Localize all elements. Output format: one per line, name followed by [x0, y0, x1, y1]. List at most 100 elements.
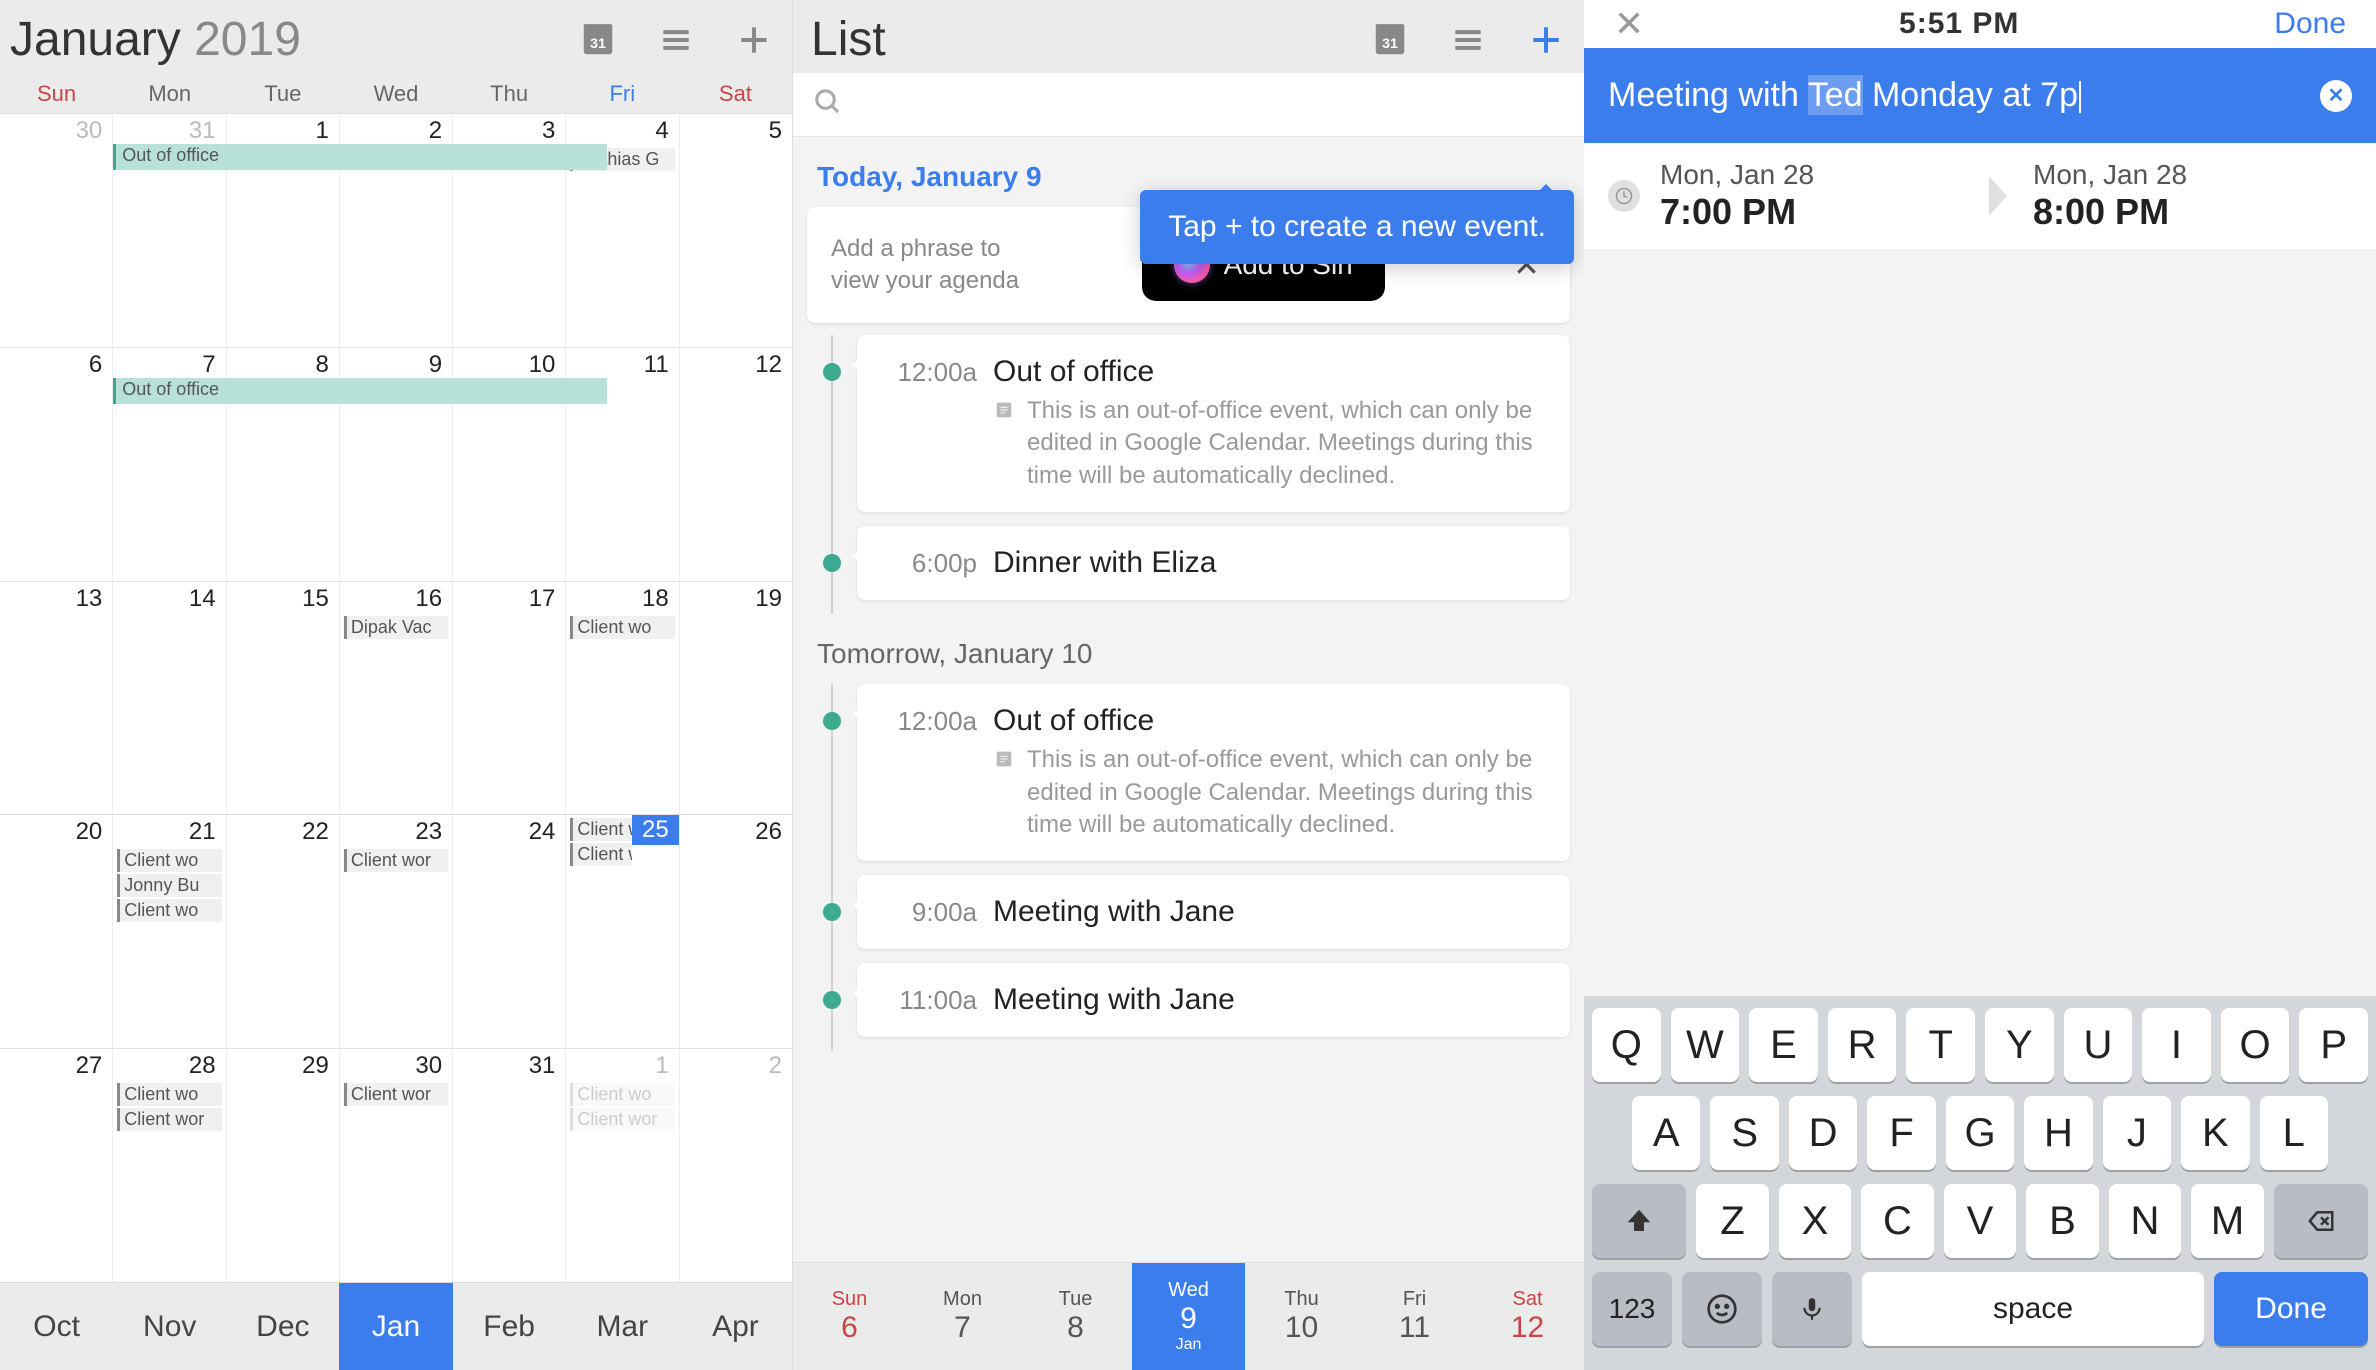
shift-key[interactable]: [1592, 1184, 1686, 1258]
day-cell[interactable]: 14: [113, 582, 226, 815]
month-strip-item[interactable]: Jan: [339, 1283, 452, 1370]
key-a[interactable]: A: [1632, 1096, 1700, 1170]
event-card[interactable]: 6:00pDinner with Eliza: [857, 526, 1570, 600]
event-dates-row[interactable]: Mon, Jan 28 7:00 PM Mon, Jan 28 8:00 PM: [1584, 143, 2376, 250]
key-h[interactable]: H: [2024, 1096, 2092, 1170]
search-bar[interactable]: [793, 73, 1584, 137]
day-strip-item[interactable]: Thu10: [1245, 1263, 1358, 1370]
event-chip[interactable]: Client wo: [117, 849, 221, 872]
day-cell[interactable]: 15: [227, 582, 340, 815]
month-grid[interactable]: 3031Out of office1234Mathias G567Out of …: [0, 113, 792, 1282]
day-cell[interactable]: 18Client wo: [566, 582, 679, 815]
start-datetime[interactable]: Mon, Jan 28 7:00 PM: [1660, 159, 1979, 233]
day-cell[interactable]: 31Out of office: [113, 114, 226, 347]
day-cell[interactable]: 24: [453, 815, 566, 1048]
key-u[interactable]: U: [2064, 1008, 2133, 1082]
event-chip[interactable]: Client wo: [570, 818, 632, 841]
add-icon[interactable]: [1526, 20, 1566, 60]
dictation-key[interactable]: [1772, 1272, 1852, 1346]
event-card[interactable]: 12:00aOut of officeThis is an out-of-off…: [857, 335, 1570, 512]
done-button[interactable]: Done: [2274, 7, 2346, 41]
month-strip-item[interactable]: Apr: [679, 1283, 792, 1370]
menu-icon[interactable]: [656, 20, 696, 60]
emoji-key[interactable]: [1682, 1272, 1762, 1346]
day-cell[interactable]: 13: [0, 582, 113, 815]
key-w[interactable]: W: [1671, 1008, 1740, 1082]
event-title-input[interactable]: Meeting with Ted Monday at 7p ✕: [1584, 48, 2376, 143]
key-s[interactable]: S: [1710, 1096, 1778, 1170]
space-key[interactable]: space: [1862, 1272, 2204, 1346]
ooo-event-span[interactable]: Out of office: [113, 144, 607, 170]
keyboard-done-key[interactable]: Done: [2214, 1272, 2368, 1346]
day-cell[interactable]: 28Client woClient wor: [113, 1049, 226, 1282]
day-cell[interactable]: 6: [0, 348, 113, 581]
today-icon[interactable]: 31: [578, 20, 618, 60]
key-n[interactable]: N: [2109, 1184, 2182, 1258]
day-cell[interactable]: 26: [680, 815, 792, 1048]
key-x[interactable]: X: [1779, 1184, 1852, 1258]
key-v[interactable]: V: [1944, 1184, 2017, 1258]
agenda-item[interactable]: 12:00aOut of officeThis is an out-of-off…: [807, 335, 1570, 512]
end-datetime[interactable]: Mon, Jan 28 8:00 PM: [2033, 159, 2352, 233]
event-chip[interactable]: Client wor: [570, 1108, 674, 1131]
day-cell[interactable]: 20: [0, 815, 113, 1048]
day-strip[interactable]: Sun6Mon7Tue8Wed9JanThu10Fri11Sat12: [793, 1262, 1584, 1370]
key-c[interactable]: C: [1861, 1184, 1934, 1258]
day-strip-item[interactable]: Mon7: [906, 1263, 1019, 1370]
event-chip[interactable]: Client wor: [344, 849, 448, 872]
agenda-item[interactable]: 12:00aOut of officeThis is an out-of-off…: [807, 684, 1570, 861]
key-g[interactable]: G: [1946, 1096, 2014, 1170]
event-card[interactable]: 11:00aMeeting with Jane: [857, 963, 1570, 1037]
event-card[interactable]: 12:00aOut of officeThis is an out-of-off…: [857, 684, 1570, 861]
day-cell[interactable]: 30Client wor: [340, 1049, 453, 1282]
month-strip-item[interactable]: Mar: [566, 1283, 679, 1370]
key-l[interactable]: L: [2260, 1096, 2328, 1170]
close-icon[interactable]: ✕: [1614, 3, 1644, 45]
day-cell[interactable]: 2: [680, 1049, 792, 1282]
event-chip[interactable]: Client wo: [570, 616, 674, 639]
key-t[interactable]: T: [1906, 1008, 1975, 1082]
day-strip-item[interactable]: Fri11: [1358, 1263, 1471, 1370]
day-cell[interactable]: 31: [453, 1049, 566, 1282]
key-j[interactable]: J: [2103, 1096, 2171, 1170]
event-card[interactable]: 9:00aMeeting with Jane: [857, 875, 1570, 949]
event-chip[interactable]: Client wor: [344, 1083, 448, 1106]
day-cell[interactable]: 21Client woJonny BuClient wo: [113, 815, 226, 1048]
day-strip-item[interactable]: Sun6: [793, 1263, 906, 1370]
key-i[interactable]: I: [2142, 1008, 2211, 1082]
month-strip-item[interactable]: Feb: [453, 1283, 566, 1370]
month-strip-item[interactable]: Oct: [0, 1283, 113, 1370]
event-chip[interactable]: Client wor: [117, 1108, 221, 1131]
event-chip[interactable]: Client wo: [117, 899, 221, 922]
key-o[interactable]: O: [2221, 1008, 2290, 1082]
day-cell[interactable]: 17: [453, 582, 566, 815]
day-cell[interactable]: 22: [227, 815, 340, 1048]
key-z[interactable]: Z: [1696, 1184, 1769, 1258]
day-cell[interactable]: 16Dipak Vac: [340, 582, 453, 815]
day-strip-item[interactable]: Sat12: [1471, 1263, 1584, 1370]
day-strip-item[interactable]: Wed9Jan: [1132, 1263, 1245, 1370]
event-chip[interactable]: Jonny Bu: [117, 874, 221, 897]
agenda-item[interactable]: 6:00pDinner with Eliza: [807, 526, 1570, 600]
numeric-key[interactable]: 123: [1592, 1272, 1672, 1346]
key-y[interactable]: Y: [1985, 1008, 2054, 1082]
day-strip-item[interactable]: Tue8: [1019, 1263, 1132, 1370]
event-chip[interactable]: Client wo: [117, 1083, 221, 1106]
key-d[interactable]: D: [1789, 1096, 1857, 1170]
key-p[interactable]: P: [2299, 1008, 2368, 1082]
key-q[interactable]: Q: [1592, 1008, 1661, 1082]
key-r[interactable]: R: [1828, 1008, 1897, 1082]
key-e[interactable]: E: [1749, 1008, 1818, 1082]
ooo-event-span[interactable]: Out of office: [113, 378, 607, 404]
day-cell[interactable]: 1Client woClient wor: [566, 1049, 679, 1282]
today-icon[interactable]: 31: [1370, 20, 1410, 60]
day-cell[interactable]: 5: [680, 114, 792, 347]
backspace-key[interactable]: [2274, 1184, 2368, 1258]
day-cell[interactable]: 29: [227, 1049, 340, 1282]
event-chip[interactable]: Client wo: [570, 1083, 674, 1106]
day-cell[interactable]: 27: [0, 1049, 113, 1282]
day-cell[interactable]: 30: [0, 114, 113, 347]
month-strip-item[interactable]: Dec: [226, 1283, 339, 1370]
clear-input-icon[interactable]: ✕: [2320, 80, 2352, 112]
month-strip-item[interactable]: Nov: [113, 1283, 226, 1370]
